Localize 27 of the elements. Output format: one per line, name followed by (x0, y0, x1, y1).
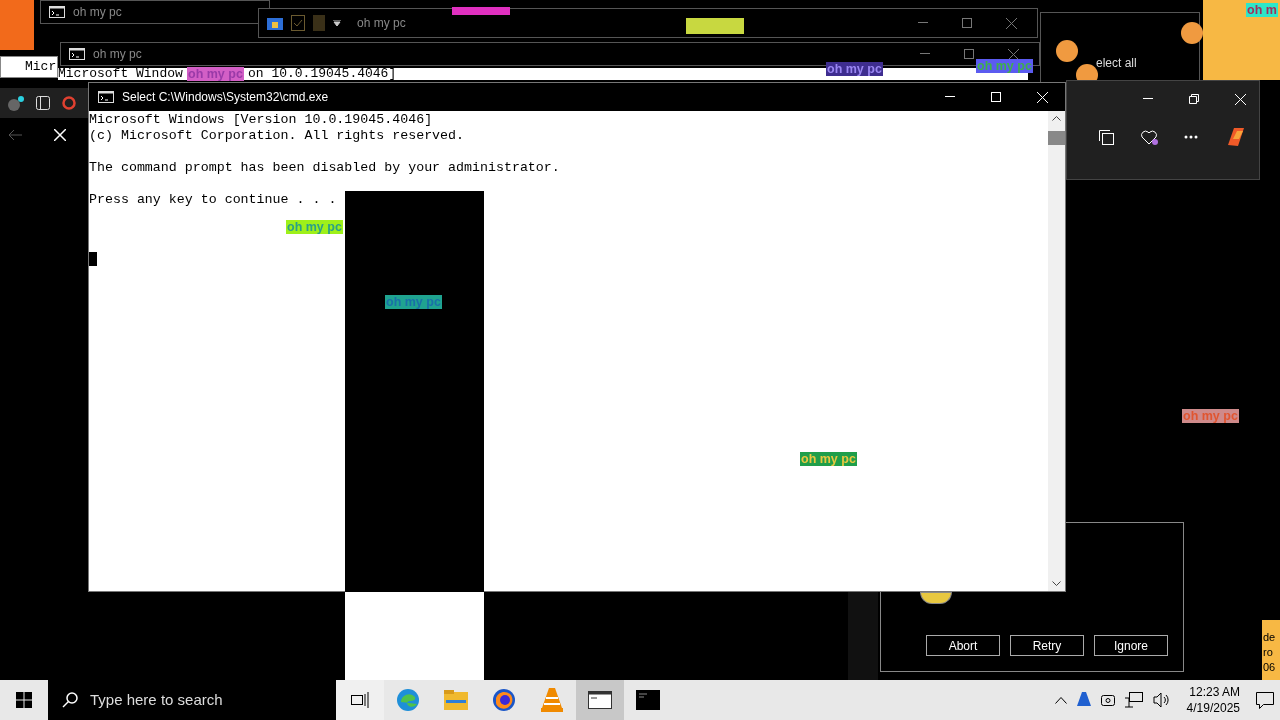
clock[interactable]: 12:23 AM 4/19/2025 (1180, 684, 1246, 716)
window-title: Select C:\Windows\System32\cmd.exe (122, 89, 330, 106)
console-text: Press any key to continue . . . (89, 192, 338, 208)
dialog-button[interactable]: Abort (926, 635, 1000, 656)
console-text: on 10.0.19045.4046] (248, 68, 397, 80)
overlay-label: oh my pc (187, 67, 244, 81)
console-text: The command prompt has been disabled by your administrator. (89, 160, 561, 176)
edge-text: de (1263, 630, 1276, 645)
overlay-label: oh m (1246, 3, 1278, 17)
dialog-button[interactable]: Retry (1010, 635, 1084, 656)
overlay-label: oh my pc (976, 59, 1033, 73)
search-field[interactable]: Type here to search (48, 680, 336, 720)
overlay-label: oh my pc (286, 220, 343, 234)
window-title: oh my pc (357, 15, 406, 32)
console-text: Micr (24, 58, 57, 77)
console-text: Microsoft Windows [Version 10.0.19045.4046] (89, 112, 434, 128)
console-text: (c) Microsoft Corporation. All rights reserved. (89, 128, 466, 144)
select-all-label[interactable]: elect all (1096, 54, 1137, 72)
overlay-label: oh my pc (826, 62, 883, 76)
window-title: oh my pc (73, 4, 123, 21)
console-text: Microsoft Window (58, 68, 183, 80)
overlay-label: oh my pc (1182, 409, 1239, 423)
dialog-button[interactable]: Ignore (1094, 635, 1168, 656)
edge-text: ro (1263, 645, 1274, 660)
edge-text: 06 (1263, 660, 1276, 675)
overlay-label: oh my pc (800, 452, 857, 466)
window-title: oh my pc (93, 46, 143, 63)
